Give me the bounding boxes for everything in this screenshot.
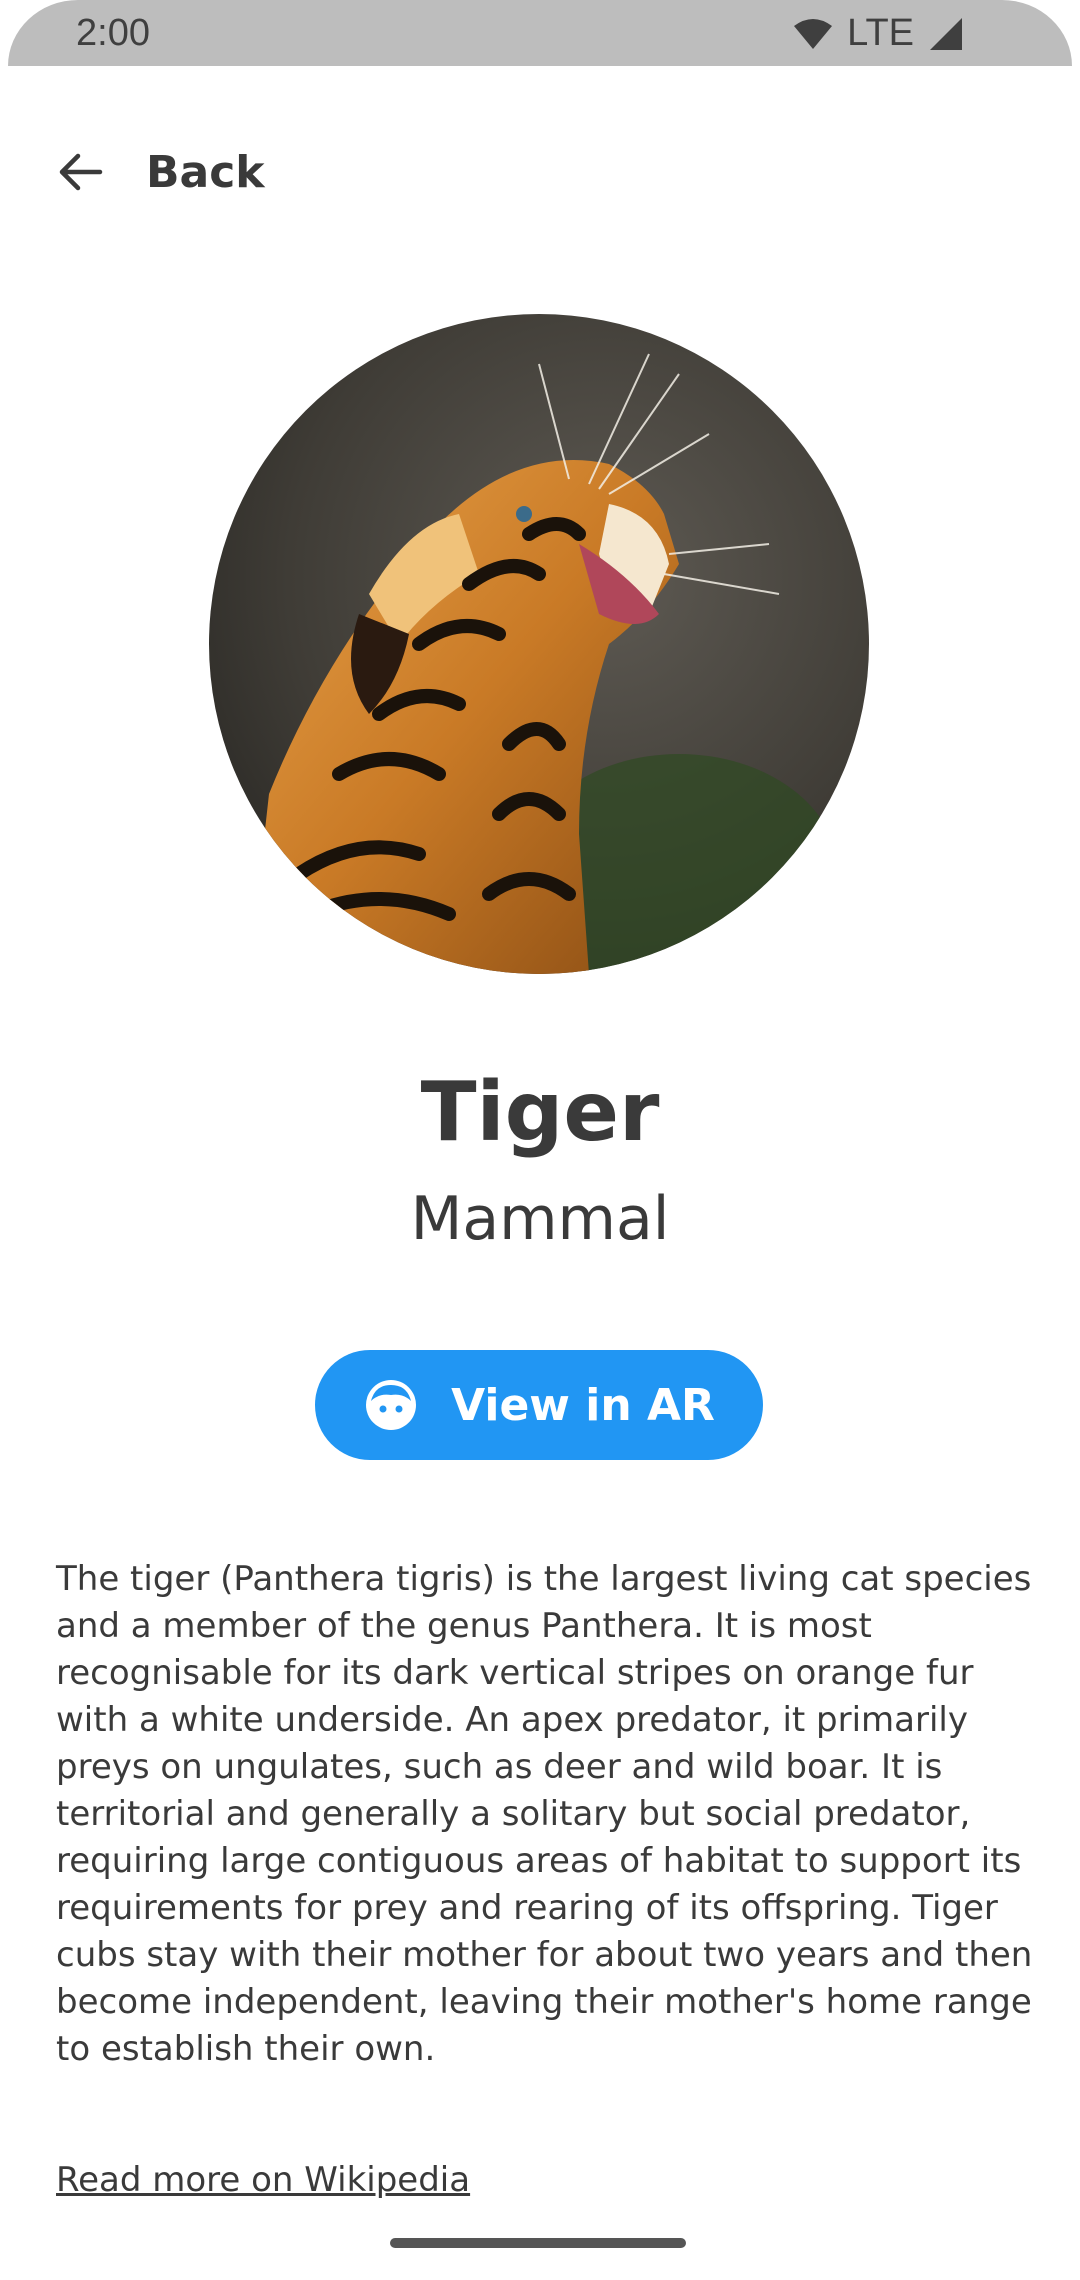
view-in-ar-label: View in AR	[451, 1379, 715, 1431]
signal-icon	[930, 17, 962, 50]
animal-category: Mammal	[410, 1184, 670, 1254]
wikipedia-link[interactable]: Read more on Wikipedia	[56, 2160, 470, 2200]
view-in-ar-button[interactable]: View in AR	[315, 1350, 763, 1460]
network-label: LTE	[847, 12, 914, 54]
home-indicator[interactable]	[390, 2238, 686, 2248]
back-button[interactable]: Back	[56, 140, 265, 204]
animal-description: The tiger (Panthera tigris) is the large…	[56, 1559, 1033, 2069]
face-icon	[366, 1380, 417, 1430]
status-time: 2:00	[76, 12, 150, 54]
animal-name: Tiger	[420, 1065, 660, 1160]
back-label: Back	[146, 146, 265, 198]
wifi-icon	[794, 18, 833, 49]
arrow-left-icon	[59, 153, 103, 191]
tiger-photo	[209, 314, 869, 974]
animal-photo	[209, 314, 869, 974]
status-icons: LTE	[793, 12, 964, 55]
status-bar: 2:00 LTE	[8, 0, 1072, 66]
